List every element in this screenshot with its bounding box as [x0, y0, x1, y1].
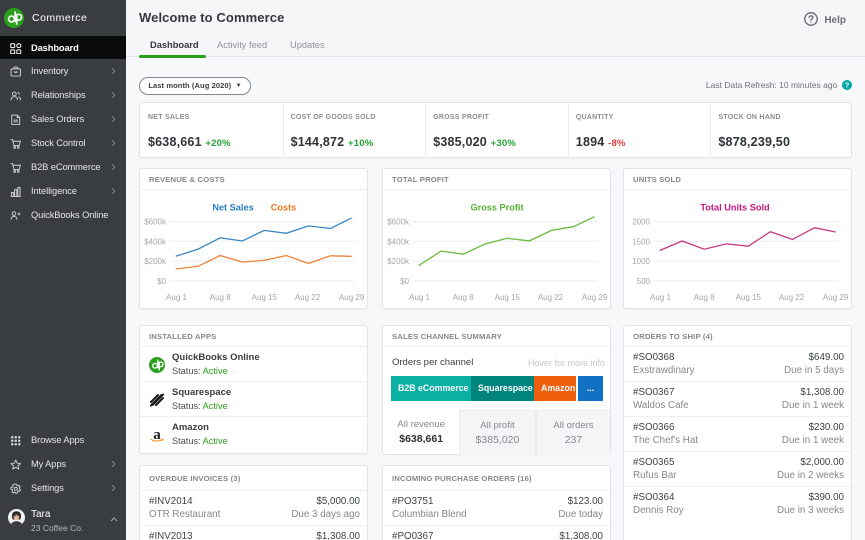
svg-text:1000: 1000	[632, 257, 650, 266]
svg-text:$200k: $200k	[387, 257, 410, 266]
svg-text:Aug 29: Aug 29	[582, 293, 608, 302]
svg-text:500: 500	[637, 277, 651, 286]
svg-text:$0: $0	[157, 277, 166, 286]
svg-text:$200k: $200k	[144, 257, 167, 266]
svg-text:Aug 22: Aug 22	[538, 293, 564, 302]
svg-text:Aug 1: Aug 1	[166, 293, 187, 302]
svg-text:Gross Profit: Gross Profit	[470, 203, 523, 213]
svg-text:Aug 15: Aug 15	[736, 293, 762, 302]
svg-text:Total Units Sold: Total Units Sold	[700, 203, 769, 213]
svg-text:1500: 1500	[632, 237, 650, 246]
svg-text:$400k: $400k	[144, 237, 167, 246]
svg-text:?: ?	[845, 81, 850, 90]
svg-text:Aug 15: Aug 15	[495, 293, 521, 302]
svg-text:Costs: Costs	[271, 203, 297, 213]
svg-text:$400k: $400k	[387, 237, 410, 246]
svg-text:Aug 22: Aug 22	[779, 293, 805, 302]
svg-text:$600k: $600k	[144, 218, 167, 227]
svg-text:Aug 1: Aug 1	[409, 293, 430, 302]
svg-text:$600k: $600k	[387, 218, 410, 227]
svg-text:$0: $0	[400, 277, 409, 286]
svg-text:Aug 1: Aug 1	[650, 293, 671, 302]
svg-text:Aug 8: Aug 8	[694, 293, 715, 302]
svg-text:Aug 8: Aug 8	[210, 293, 231, 302]
svg-text:Aug 15: Aug 15	[252, 293, 278, 302]
svg-text:Aug 29: Aug 29	[339, 293, 365, 302]
svg-text:Aug 22: Aug 22	[295, 293, 321, 302]
svg-text:Aug 8: Aug 8	[453, 293, 474, 302]
svg-text:2000: 2000	[632, 218, 650, 227]
svg-text:Net Sales: Net Sales	[212, 203, 253, 213]
svg-text:Aug 29: Aug 29	[823, 293, 849, 302]
